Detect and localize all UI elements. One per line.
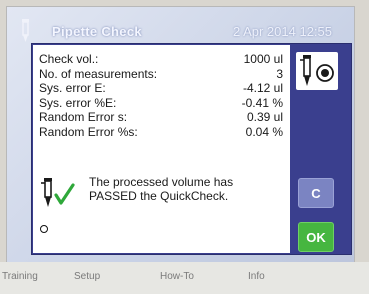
result-row: No. of measurements: 3 [39, 67, 283, 82]
pipette-check-icon [296, 52, 338, 90]
result-row: Check vol.: 1000 ul [39, 52, 283, 67]
cancel-button[interactable]: C [298, 178, 334, 208]
date-time: 2 Apr 2014 12:55 [232, 24, 332, 39]
result-label: Random Error s: [39, 110, 128, 124]
result-row: Random Error %s: 0.04 % [39, 125, 283, 140]
result-value: 0.39 ul [246, 110, 283, 124]
result-value: -0.41 % [241, 95, 283, 110]
title-bar: Pipette Check 2 Apr 2014 12:55 [18, 22, 336, 44]
check-icon [54, 183, 75, 205]
results-panel: Check vol.: 1000 ul No. of measurements:… [33, 45, 290, 253]
circle-icon [40, 225, 48, 233]
result-label: Random Error %s: [39, 124, 138, 139]
ok-button[interactable]: OK [298, 222, 334, 252]
status-message: The processed volume has PASSED the Quic… [89, 175, 279, 203]
bottom-tab-bar: Training Setup How-To Info [0, 262, 369, 294]
result-value: -4.12 ul [242, 81, 283, 95]
status-line: PASSED the QuickCheck. [89, 189, 229, 203]
tab-info[interactable]: Info [248, 271, 265, 282]
result-label: Check vol.: [39, 52, 99, 66]
result-label: Sys. error E: [39, 81, 106, 95]
result-value: 3 [276, 66, 283, 81]
result-row: Sys. error E: -4.12 ul [39, 81, 283, 96]
result-value: 1000 ul [243, 52, 283, 66]
result-value: 0.04 % [245, 124, 283, 139]
result-label: No. of measurements: [39, 66, 158, 81]
result-label: Sys. error %E: [39, 95, 117, 110]
result-row: Random Error s: 0.39 ul [39, 110, 283, 125]
tab-training[interactable]: Training [2, 271, 38, 282]
results-list: Check vol.: 1000 ul No. of measurements:… [39, 52, 283, 139]
tab-how-to[interactable]: How-To [160, 271, 194, 282]
status-line: The processed volume has [89, 175, 234, 189]
result-row: Sys. error %E: -0.41 % [39, 96, 283, 111]
tab-setup[interactable]: Setup [74, 271, 100, 282]
pipette-pass-icon [41, 178, 75, 207]
window-title: Pipette Check [52, 24, 142, 39]
